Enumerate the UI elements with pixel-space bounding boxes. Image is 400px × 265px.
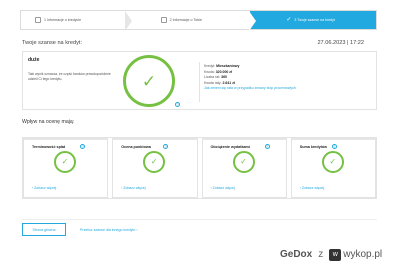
factor-label: Suma kredytów <box>299 145 328 149</box>
document-icon <box>35 17 41 23</box>
result-heading: Twoje szanse na kredyt: 27.06.2023 | 17:… <box>22 40 364 46</box>
factor-label: Terminowość spłat <box>32 145 66 149</box>
help-icon[interactable]: ? <box>163 144 169 149</box>
result-check-circle: ✓ <box>123 55 175 107</box>
step-label: 3 Twoje szanse na kredyt <box>294 18 335 22</box>
document-icon <box>160 17 167 23</box>
watermark: GeDox z w wykop.pl <box>280 244 400 265</box>
watermark-separator: z <box>318 249 324 260</box>
check-again-link[interactable]: Przelicz szanse dla innego kredytu › <box>80 228 138 232</box>
factor-card-credit-sum: Suma kredytów ? ✓ › Zobacz więcej <box>290 138 376 198</box>
check-icon: ✓ <box>141 71 157 91</box>
verdict-text: duże <box>28 57 40 63</box>
wykop-logo-icon: w <box>329 248 342 261</box>
step-about-you[interactable]: 2 Informacje o Tobie <box>124 11 251 31</box>
factor-label: Ocena punktowa <box>121 145 151 149</box>
check-icon: ✓ <box>61 157 69 166</box>
see-more-link[interactable]: › Zobacz więcej <box>121 186 145 190</box>
see-more-link[interactable]: › Zobacz więcej <box>300 186 324 190</box>
help-icon[interactable]: ? <box>331 144 337 149</box>
factors-panel: Terminowość spłat ? ✓ › Zobacz więcej Oc… <box>22 137 377 199</box>
step-credit-info[interactable]: 1 Informacje o kredycie <box>21 11 125 29</box>
step-label: 2 Informacje o Tobie <box>169 18 202 22</box>
check-icon: ✓ <box>150 157 158 166</box>
page-title: Twoje szanse na kredyt: <box>22 40 83 46</box>
influence-title: Wpływ na ocenę mają: <box>22 119 75 125</box>
factor-label: Obciążenie wydatkami <box>210 145 250 149</box>
factor-check-circle: ✓ <box>232 151 255 173</box>
factor-card-credit-score: Ocena punktowa ? ✓ › Zobacz więcej <box>112 138 198 198</box>
factor-check-circle: ✓ <box>321 151 344 173</box>
help-icon[interactable]: ? <box>264 144 270 149</box>
help-icon[interactable]: ? <box>80 144 85 149</box>
watermark-user: GeDox <box>280 249 313 260</box>
check-icon: ✓ <box>329 157 337 166</box>
check-icon: ✓ <box>286 17 292 23</box>
home-button[interactable]: Strona główna <box>22 223 66 236</box>
step-label: 1 Informacje o kredycie <box>44 18 82 22</box>
wykop-logo: w wykop.pl <box>329 248 382 261</box>
footer-actions: Strona główna Przelicz szanse dla innego… <box>22 219 377 240</box>
factor-check-circle: ✓ <box>54 151 76 173</box>
interest-rate-change-link[interactable]: Jak zmieni się rata w przypadku zmiany s… <box>204 86 296 92</box>
factor-card-expense-burden: Obciążenie wydatkami ? ✓ › Zobacz więcej <box>201 138 287 198</box>
factor-card-payment-timeliness: Terminowość spłat ? ✓ › Zobacz więcej <box>23 138 109 198</box>
verdict-description: Taki wynik oznacza, że część banków praw… <box>28 72 111 81</box>
check-icon: ✓ <box>240 157 247 166</box>
progress-stepper: 1 Informacje o kredycie 2 Informacje o T… <box>20 10 377 31</box>
timestamp: 27.06.2023 | 17:22 <box>317 40 364 46</box>
help-icon[interactable]: ? <box>175 102 180 107</box>
see-more-link[interactable]: › Zobacz więcej <box>32 186 56 190</box>
step-credit-chances[interactable]: ✓ 3 Twoje szanse na kredyt <box>249 11 377 31</box>
credit-details: Kredyt: Mieszkaniowy Kwota: 320.000 zł L… <box>204 64 296 92</box>
result-card: duże Taki wynik oznacza, że część banków… <box>22 51 377 110</box>
factor-check-circle: ✓ <box>143 151 166 173</box>
divider <box>199 62 200 102</box>
see-more-link[interactable]: › Zobacz więcej <box>211 186 235 190</box>
